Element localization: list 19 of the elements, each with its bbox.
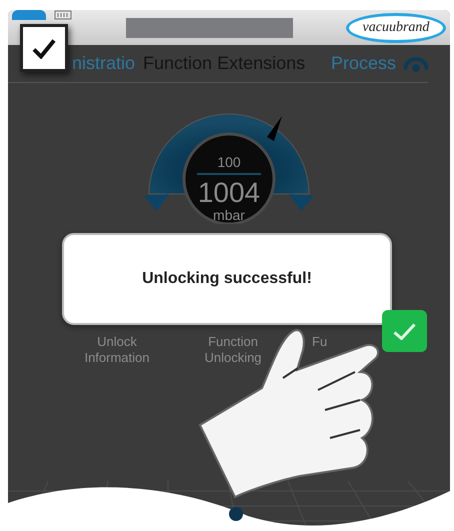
gauge-divider [197,173,261,175]
confirm-button[interactable] [382,310,427,352]
menu-item-label[interactable]: Fu [312,334,328,350]
check-icon [32,38,56,58]
app-icon[interactable] [12,10,46,20]
check-icon [393,322,416,340]
tab[interactable]: Process [330,50,396,77]
dialog-message: Unlocking successful! [142,269,312,289]
gauge-value: 1004 [198,177,260,208]
tab[interactable]: nistratio [72,50,136,77]
brand-logo: vacuubrand [346,12,446,42]
keyboard-icon[interactable] [54,10,72,20]
menu-item-label[interactable]: Unlock Information [80,334,154,366]
gauge-unit: mbar [213,207,245,223]
menu-item-label[interactable]: Function Unlocking [196,334,270,366]
page-indicator-dot[interactable] [229,507,243,521]
gauge-needle [267,116,282,141]
step-checkbox[interactable] [20,24,68,72]
gauge-setpoint: 100 [217,154,241,170]
